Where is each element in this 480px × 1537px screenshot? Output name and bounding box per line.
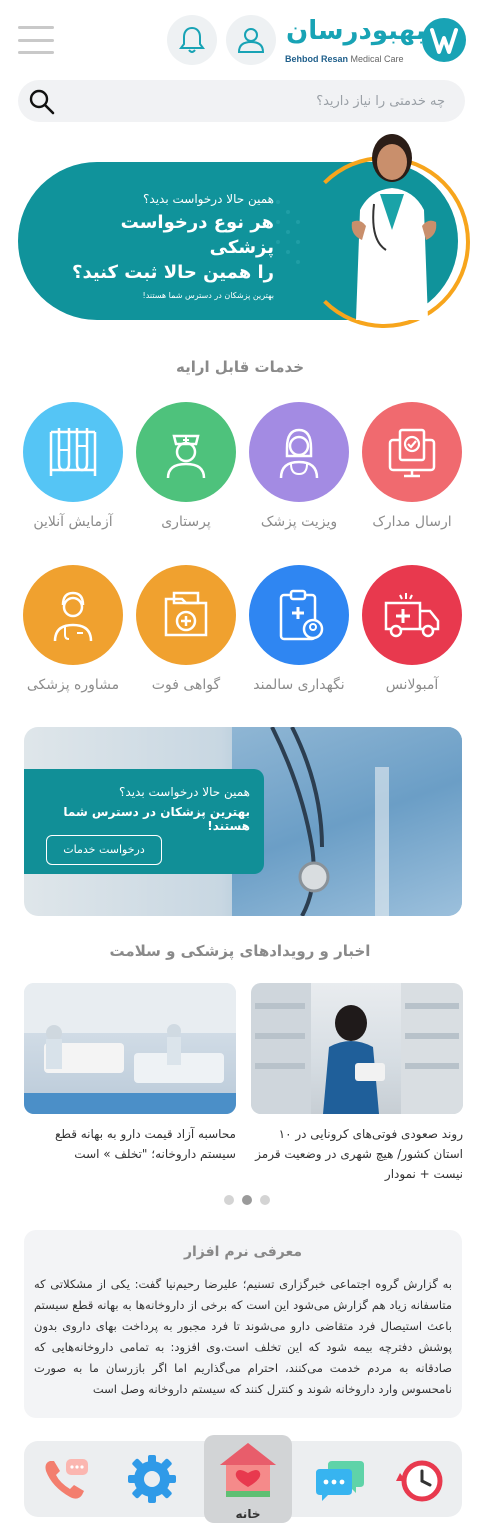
hero-headline-line1: هر نوع درخواست پزشکی bbox=[120, 212, 274, 258]
logo-text: بهبودرسان bbox=[286, 16, 426, 46]
service-doctor-visit[interactable]: ویزیت پزشک bbox=[244, 402, 354, 530]
carousel-dot-active[interactable] bbox=[242, 1195, 252, 1205]
nav-history[interactable] bbox=[390, 1449, 450, 1509]
promo-question: همین حالا درخواست بدید؟ bbox=[119, 785, 250, 799]
profile-button[interactable] bbox=[226, 15, 276, 65]
nav-home-label: خانه bbox=[235, 1507, 261, 1521]
gear-icon bbox=[128, 1455, 176, 1503]
ambulance-icon bbox=[384, 593, 440, 638]
promo-banner[interactable]: همین حالا درخواست بدید؟ بهترین پزشکان در… bbox=[24, 727, 462, 916]
stethoscope-illustration bbox=[270, 727, 389, 916]
bottom-nav: خانه bbox=[24, 1435, 462, 1523]
service-label: گواهی فوت bbox=[151, 677, 221, 693]
notifications-button[interactable] bbox=[167, 15, 217, 65]
service-ambulance[interactable]: آمبولانس bbox=[357, 565, 467, 693]
service-circle bbox=[249, 402, 349, 502]
promo-photo bbox=[232, 727, 462, 916]
search-icon[interactable] bbox=[28, 88, 56, 116]
about-title: معرفی نرم افزار bbox=[183, 1244, 303, 1260]
nav-call[interactable] bbox=[36, 1449, 96, 1509]
news-card[interactable]: محاسبه آزاد قیمت دارو به بهانه قطع سیستم… bbox=[24, 983, 236, 1164]
service-elderly-care[interactable]: نگهداری سالمند bbox=[244, 565, 354, 693]
carousel-dot[interactable] bbox=[260, 1195, 270, 1205]
service-label: نگهداری سالمند bbox=[253, 677, 345, 693]
service-label: پرستاری bbox=[161, 514, 211, 530]
service-nursing[interactable]: پرستاری bbox=[131, 402, 241, 530]
carousel-dots bbox=[224, 1195, 270, 1205]
news-title: اخبار و رویدادهای پزشکی و سلامت bbox=[109, 942, 371, 960]
clipboard-icon bbox=[279, 589, 324, 641]
test-tubes-icon bbox=[49, 428, 97, 476]
chat-bubble-icon bbox=[316, 1461, 364, 1501]
service-death-certificate[interactable]: گواهی فوت bbox=[131, 565, 241, 693]
male-doctor-icon bbox=[53, 591, 93, 642]
news-card[interactable]: روند صعودی فوتی‌های کرونایی در ۱۰ استان … bbox=[251, 983, 463, 1184]
service-label: ارسال مدارک bbox=[372, 514, 452, 530]
nav-home[interactable]: خانه bbox=[204, 1435, 292, 1523]
service-medical-consultation[interactable]: مشاوره پزشکی bbox=[18, 565, 128, 693]
news-headline: محاسبه آزاد قیمت دارو به بهانه قطع سیستم… bbox=[54, 1127, 236, 1161]
nav-settings[interactable] bbox=[122, 1449, 182, 1509]
service-send-documents[interactable]: ارسال مدارک bbox=[357, 402, 467, 530]
search-input[interactable] bbox=[85, 80, 445, 122]
header: بهبودرسان Behbod Resan Medical Care bbox=[0, 0, 480, 78]
service-online-lab-test[interactable]: آزمایش آنلاین bbox=[18, 402, 128, 530]
services-title: خدمات قابل ارایه bbox=[175, 358, 305, 376]
document-monitor-icon bbox=[388, 428, 436, 478]
bell-icon bbox=[179, 26, 205, 53]
news-image bbox=[251, 983, 463, 1114]
app-logo: بهبودرسان Behbod Resan Medical Care bbox=[282, 10, 468, 70]
promo-text-box: همین حالا درخواست بدید؟ بهترین پزشکان در… bbox=[24, 769, 264, 874]
service-circle bbox=[249, 565, 349, 665]
request-services-button[interactable]: درخواست خدمات bbox=[46, 835, 162, 865]
service-circle bbox=[136, 565, 236, 665]
news-headline: روند صعودی فوتی‌های کرونایی در ۱۰ استان … bbox=[255, 1127, 463, 1181]
medical-folder-icon bbox=[164, 591, 208, 637]
news-image bbox=[24, 983, 236, 1114]
phone-icon bbox=[45, 1459, 88, 1499]
nurse-icon bbox=[166, 434, 206, 479]
search-bar[interactable] bbox=[18, 80, 465, 122]
hero-question: همین حالا درخواست بدید؟ bbox=[143, 192, 274, 206]
service-circle bbox=[23, 565, 123, 665]
hero-text: همین حالا درخواست بدید؟ هر نوع درخواست پ… bbox=[54, 192, 274, 300]
logo-icon bbox=[422, 18, 466, 62]
service-label: آزمایش آنلاین bbox=[33, 514, 113, 530]
service-label: مشاوره پزشکی bbox=[26, 677, 120, 693]
service-circle bbox=[136, 402, 236, 502]
doctor-illustration bbox=[351, 134, 437, 320]
history-clock-icon bbox=[396, 1460, 443, 1502]
service-label: ویزیت پزشک bbox=[260, 514, 338, 530]
about-body: به گزارش گروه اجتماعی خبرگزاری تسنیم؛ عل… bbox=[34, 1277, 452, 1396]
hero-subtext: بهترین پزشکان در دسترس شما هستند! bbox=[142, 291, 275, 300]
user-icon bbox=[237, 28, 265, 53]
promo-bold: بهترین پزشکان در دسترس شما هستند! bbox=[63, 805, 250, 833]
service-circle bbox=[362, 565, 462, 665]
about-section: معرفی نرم افزار به گزارش گروه اجتماعی خب… bbox=[24, 1230, 462, 1418]
hero-headline-line2: را همین حالا ثبت کنید؟ bbox=[72, 262, 274, 283]
nav-chat[interactable] bbox=[310, 1449, 370, 1509]
service-circle bbox=[23, 402, 123, 502]
home-icon bbox=[220, 1443, 276, 1497]
logo-tagline: Behbod Resan Medical Care bbox=[285, 54, 404, 64]
hero-banner[interactable]: همین حالا درخواست بدید؟ هر نوع درخواست پ… bbox=[18, 130, 470, 330]
menu-icon[interactable] bbox=[18, 26, 54, 54]
female-doctor-icon bbox=[279, 428, 319, 479]
carousel-dot[interactable] bbox=[224, 1195, 234, 1205]
service-label: آمبولانس bbox=[385, 677, 439, 693]
service-circle bbox=[362, 402, 462, 502]
